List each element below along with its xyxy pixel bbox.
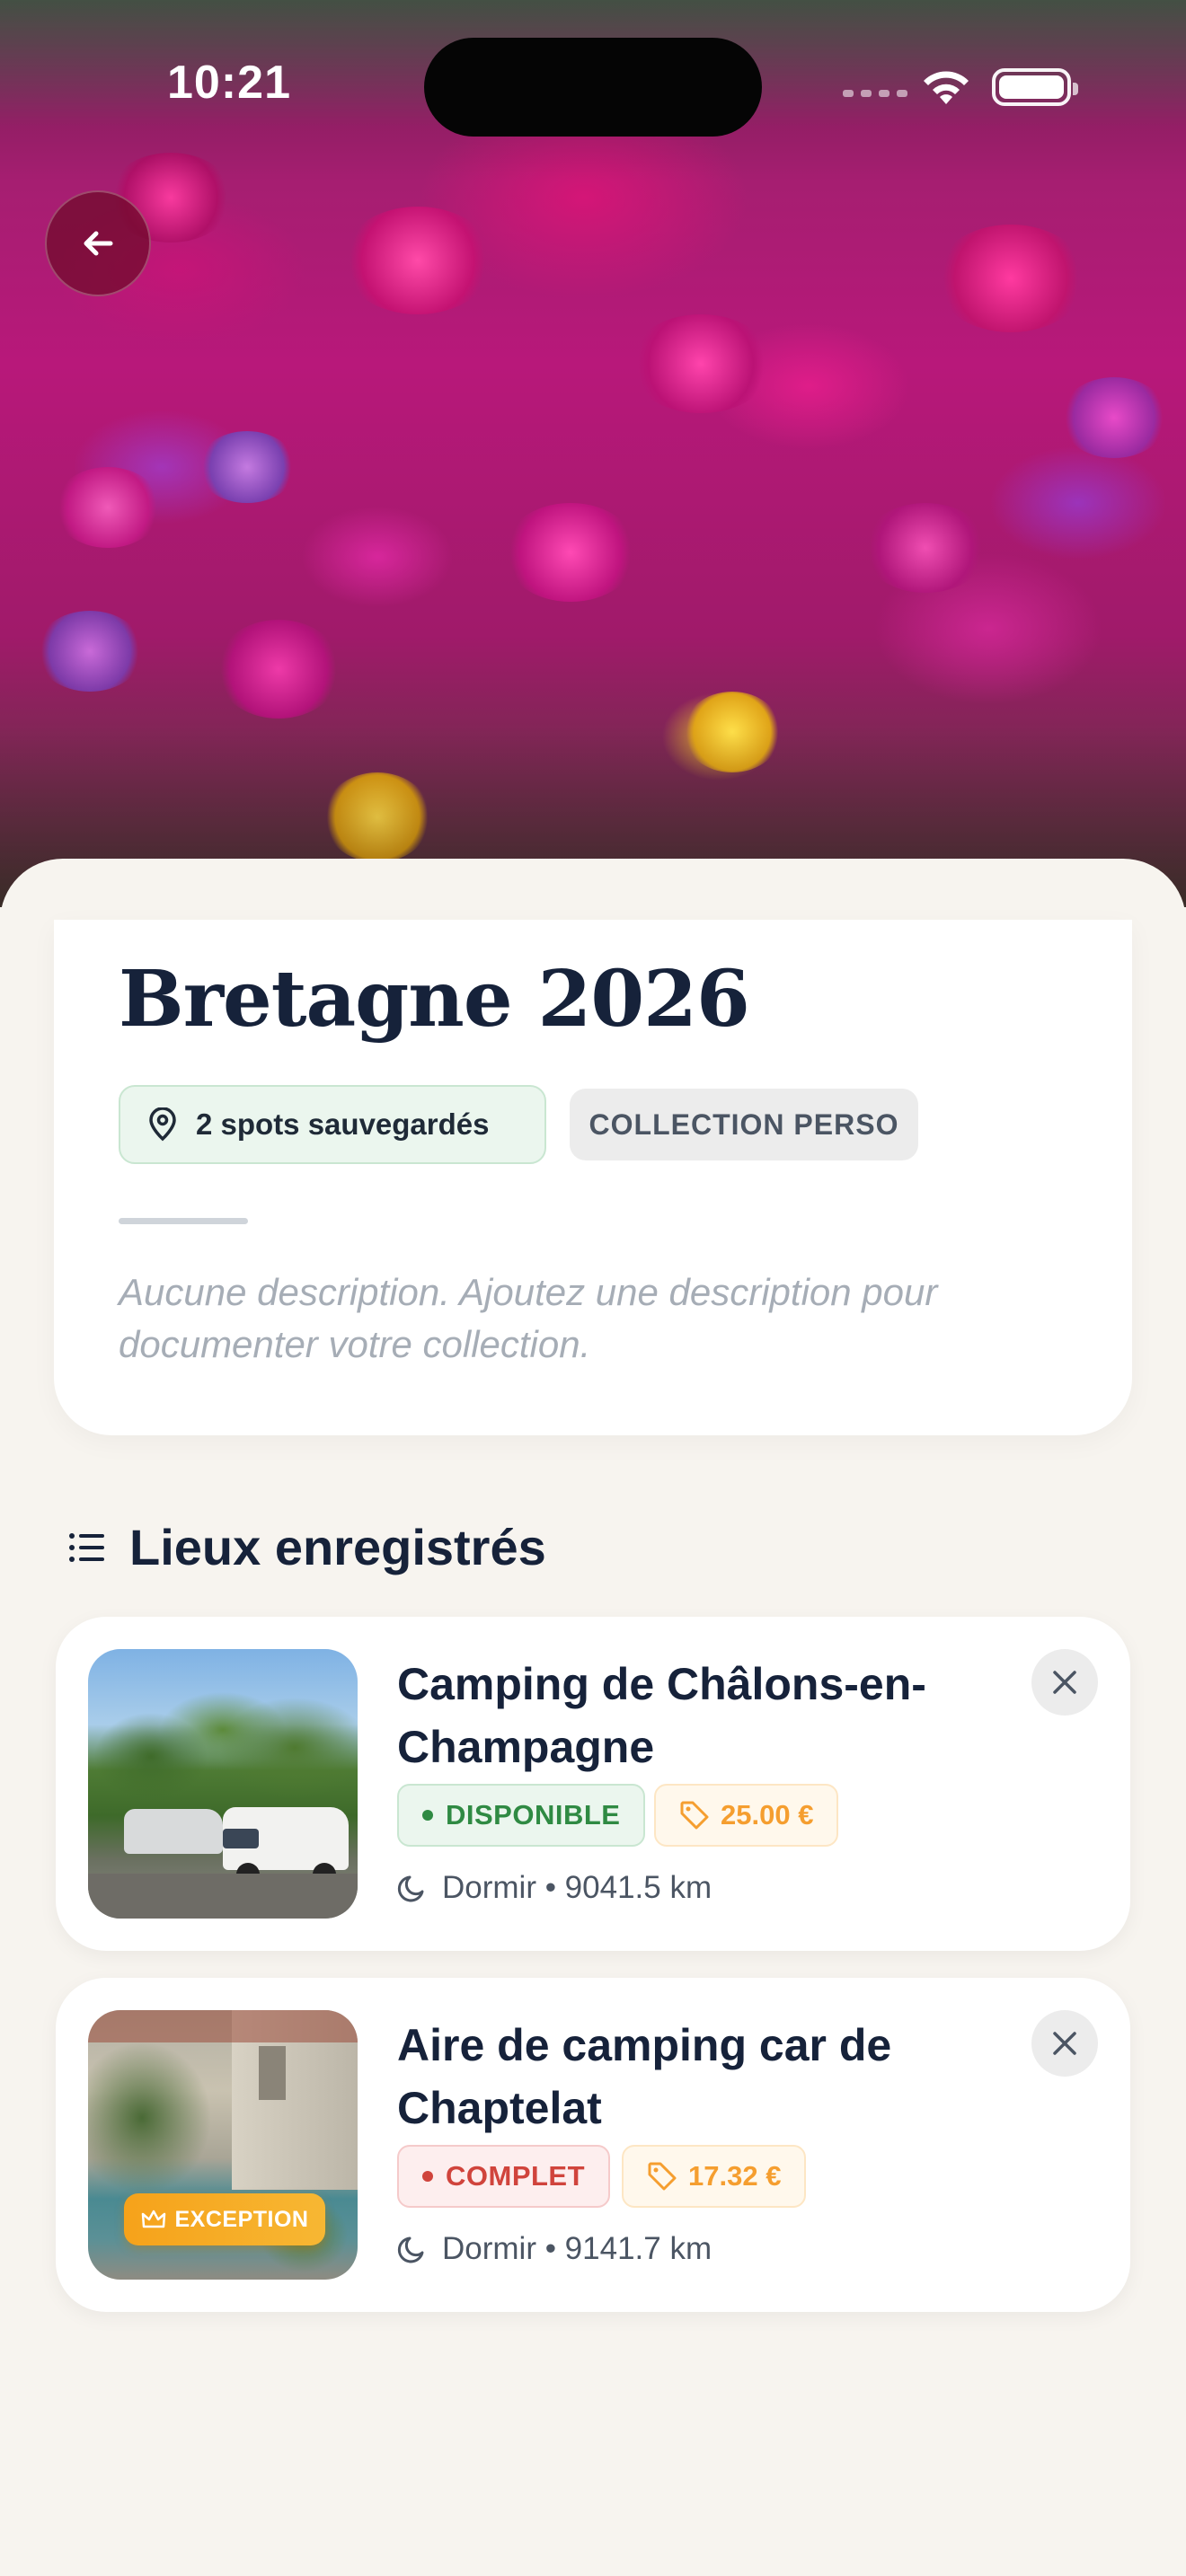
map-pin-icon: [149, 1107, 176, 1142]
place-thumbnail: [88, 1649, 358, 1919]
battery-icon: [992, 68, 1078, 106]
exception-label: EXCEPTION: [174, 2206, 309, 2232]
status-dot: [422, 2171, 433, 2182]
back-button[interactable]: [45, 190, 151, 296]
remove-place-button[interactable]: [1031, 2010, 1098, 2077]
collection-type-chip: COLLECTION PERSO: [570, 1089, 918, 1160]
status-label: DISPONIBLE: [446, 1799, 621, 1831]
dynamic-island: [424, 38, 762, 137]
place-meta: Dormir • 9141.7 km: [397, 2231, 712, 2267]
collection-description[interactable]: Aucune description. Ajoutez une descript…: [119, 1266, 1089, 1371]
spots-count-chip: 2 spots sauvegardés: [119, 1085, 546, 1164]
place-card[interactable]: Camping de Châlons-en-Champagne DISPONIB…: [56, 1617, 1130, 1951]
place-meta-text: Dormir • 9041.5 km: [442, 1870, 712, 1905]
tag-icon: [680, 1801, 709, 1830]
price-badge: 25.00 €: [654, 1784, 839, 1847]
collection-title: Bretagne 2026: [119, 954, 750, 1045]
price-label: 25.00 €: [721, 1799, 814, 1831]
remove-place-button[interactable]: [1031, 1649, 1098, 1716]
list-icon: [69, 1532, 104, 1562]
place-card[interactable]: EXCEPTION Aire de camping car de Chaptel…: [56, 1978, 1130, 2312]
divider: [119, 1218, 248, 1224]
status-badge: COMPLET: [397, 2145, 611, 2208]
spots-count-label: 2 spots sauvegardés: [196, 1107, 490, 1141]
status-label: COMPLET: [446, 2160, 586, 2192]
price-badge: 17.32 €: [622, 2145, 807, 2208]
status-time: 10:21: [167, 57, 291, 109]
place-meta-text: Dormir • 9141.7 km: [442, 2231, 712, 2266]
saved-places-header: Lieux enregistrés: [68, 1518, 546, 1576]
place-name[interactable]: Camping de Châlons-en-Champagne: [397, 1653, 1008, 1778]
exception-badge: EXCEPTION: [124, 2193, 325, 2245]
wifi-icon: [924, 71, 969, 104]
arrow-left-icon: [84, 231, 113, 256]
close-icon: [1053, 1671, 1076, 1694]
section-title: Lieux enregistrés: [129, 1519, 546, 1575]
tag-icon: [648, 2162, 677, 2191]
moon-icon: [397, 1875, 424, 1902]
moon-icon: [397, 2236, 424, 2263]
cellular-signal-icon: [843, 90, 907, 97]
crown-icon: [141, 2210, 165, 2228]
place-meta: Dormir • 9041.5 km: [397, 1870, 712, 1906]
status-badge: DISPONIBLE: [397, 1784, 646, 1847]
close-icon: [1053, 2032, 1076, 2055]
price-label: 17.32 €: [688, 2160, 782, 2192]
status-dot: [422, 1810, 433, 1821]
place-name[interactable]: Aire de camping car de Chaptelat: [397, 2014, 1008, 2139]
